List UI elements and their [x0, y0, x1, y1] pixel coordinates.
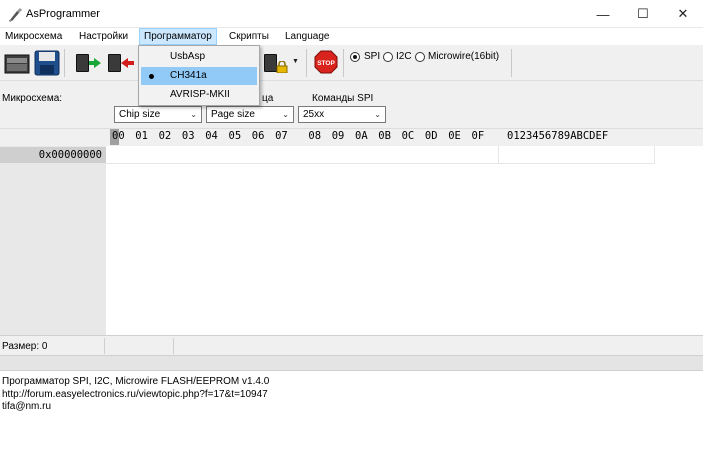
menu-chip[interactable]: Микросхема: [1, 28, 66, 45]
radio-i2c-label: I2C: [396, 51, 412, 62]
log-line: tifa@nm.ru: [2, 401, 52, 412]
chevron-down-icon: ⌄: [374, 110, 381, 119]
minimize-button[interactable]: —: [583, 0, 623, 28]
radio-i2c[interactable]: [383, 51, 397, 65]
toolbar-separator: [306, 49, 307, 77]
hex-column-header: 08: [308, 130, 322, 142]
save-button[interactable]: [34, 50, 60, 76]
hex-row-divider: [106, 163, 654, 164]
dropdown-item-label: CH341a: [170, 70, 207, 81]
hex-column-header: 0B: [378, 130, 391, 142]
selected-bullet-icon: [149, 74, 154, 79]
stop-button[interactable]: STOP: [314, 50, 338, 74]
dropdown-item-usbasp[interactable]: UsbAsp: [141, 48, 257, 66]
log-output[interactable]: Программатор SPI, I2C, Microwire FLASH/E…: [0, 371, 703, 468]
hex-column-header: 00: [112, 130, 125, 142]
radio-microwire-dot: [415, 52, 425, 62]
maximize-button[interactable]: ☐: [623, 0, 663, 28]
menu-settings[interactable]: Настройки: [75, 28, 132, 45]
dropdown-item-ch341a[interactable]: CH341a: [141, 67, 257, 85]
hex-column-header: 02: [158, 130, 172, 142]
hex-row-address: 0x00000000: [0, 147, 106, 163]
minimize-icon: —: [596, 6, 610, 22]
status-divider: [173, 338, 174, 354]
write-chip-icon: [108, 54, 121, 72]
hex-column-header: 05: [228, 130, 242, 142]
hex-column-header: 09: [331, 130, 345, 142]
chip-size-select[interactable]: Chip size ⌄: [114, 106, 202, 123]
write-arrow-icon: [121, 58, 128, 68]
hex-column-header: 01: [135, 130, 148, 142]
page-size-select[interactable]: Page size ⌄: [206, 106, 294, 123]
page-label-fragment: ца: [262, 93, 274, 104]
chevron-down-icon: ⌄: [282, 110, 289, 119]
spi-commands-select[interactable]: 25xx ⌄: [298, 106, 386, 123]
log-line: http://forum.easyelectronics.ru/viewtopi…: [2, 388, 268, 400]
spi-commands-value: 25xx: [303, 109, 325, 120]
hex-column-header: 06: [251, 130, 265, 142]
title-bar: AsProgrammer — ☐ ✕: [0, 0, 703, 28]
read-chip-button[interactable]: [74, 53, 101, 73]
radio-i2c-dot: [383, 52, 393, 62]
chevron-down-icon: ▼: [292, 58, 299, 65]
radio-spi-dot: [350, 52, 360, 62]
menu-bar: Микросхема Настройки Программатор Скрипт…: [0, 28, 703, 45]
write-arrow-stub: [128, 61, 134, 65]
open-file-button[interactable]: [4, 51, 30, 75]
size-status: Размер: 0: [2, 341, 48, 352]
stop-label: STOP: [317, 60, 335, 67]
spi-commands-label: Команды SPI: [312, 93, 374, 104]
splitter[interactable]: [0, 355, 703, 371]
page-size-value: Page size: [211, 109, 255, 120]
close-button[interactable]: ✕: [663, 0, 703, 28]
app-icon: [7, 7, 23, 23]
status-divider: [104, 338, 105, 354]
read-chip-icon: [76, 54, 89, 72]
close-icon: ✕: [677, 6, 689, 21]
hex-column-header: 03: [181, 130, 195, 142]
radio-microwire-label: Microwire(16bit): [428, 51, 500, 62]
hex-address-gutter: [0, 146, 106, 335]
hex-ascii-header: 0123456789ABCDEF: [507, 130, 609, 142]
radio-microwire[interactable]: [415, 51, 429, 65]
toolbar-separator: [343, 49, 344, 77]
maximize-icon: ☐: [637, 6, 649, 21]
hex-column-header: 07: [275, 130, 288, 142]
dropdown-item-avrisp-mkii[interactable]: AVRISP-MKII: [141, 86, 257, 104]
chip-size-value: Chip size: [119, 109, 161, 120]
stop-icon: STOP: [314, 50, 338, 74]
hex-column-header: 04: [205, 130, 218, 142]
lock-icon: [276, 61, 288, 73]
write-chip-button[interactable]: [106, 53, 134, 73]
toolbar-separator: [511, 49, 512, 77]
menu-scripts[interactable]: Скрипты: [225, 28, 273, 45]
hex-divider: [654, 146, 655, 164]
hex-column-header: 0C: [401, 130, 415, 142]
radio-spi-label: SPI: [364, 51, 381, 62]
hex-divider: [498, 146, 499, 164]
hex-column-header: 0E: [448, 130, 461, 142]
protect-chip-button[interactable]: ▼: [262, 53, 299, 73]
chevron-down-icon: ⌄: [190, 110, 197, 119]
chip-label: Микросхема:: [2, 93, 63, 104]
status-bar: Размер: 0: [0, 335, 703, 355]
read-arrow-icon: [94, 58, 101, 68]
log-line: Программатор SPI, I2C, Microwire FLASH/E…: [2, 376, 270, 387]
window-title: AsProgrammer: [26, 8, 100, 20]
menu-programmer[interactable]: Программатор: [139, 28, 217, 45]
hex-column-header: 0F: [471, 130, 485, 142]
menu-language[interactable]: Language: [281, 28, 334, 45]
hex-column-header: 0D: [424, 130, 438, 142]
toolbar: ▼ STOP SPI I2C Microwire(16bit): [0, 45, 703, 81]
toolbar-separator: [64, 49, 65, 77]
settings-row: Микросхема: ца Команды SPI Chip size ⌄ P…: [0, 82, 703, 128]
programmer-dropdown: UsbAsp CH341a AVRISP-MKII: [138, 45, 260, 106]
open-file-icon: [4, 54, 30, 74]
hex-column-header: 0A: [355, 130, 368, 142]
save-icon: [34, 50, 60, 76]
